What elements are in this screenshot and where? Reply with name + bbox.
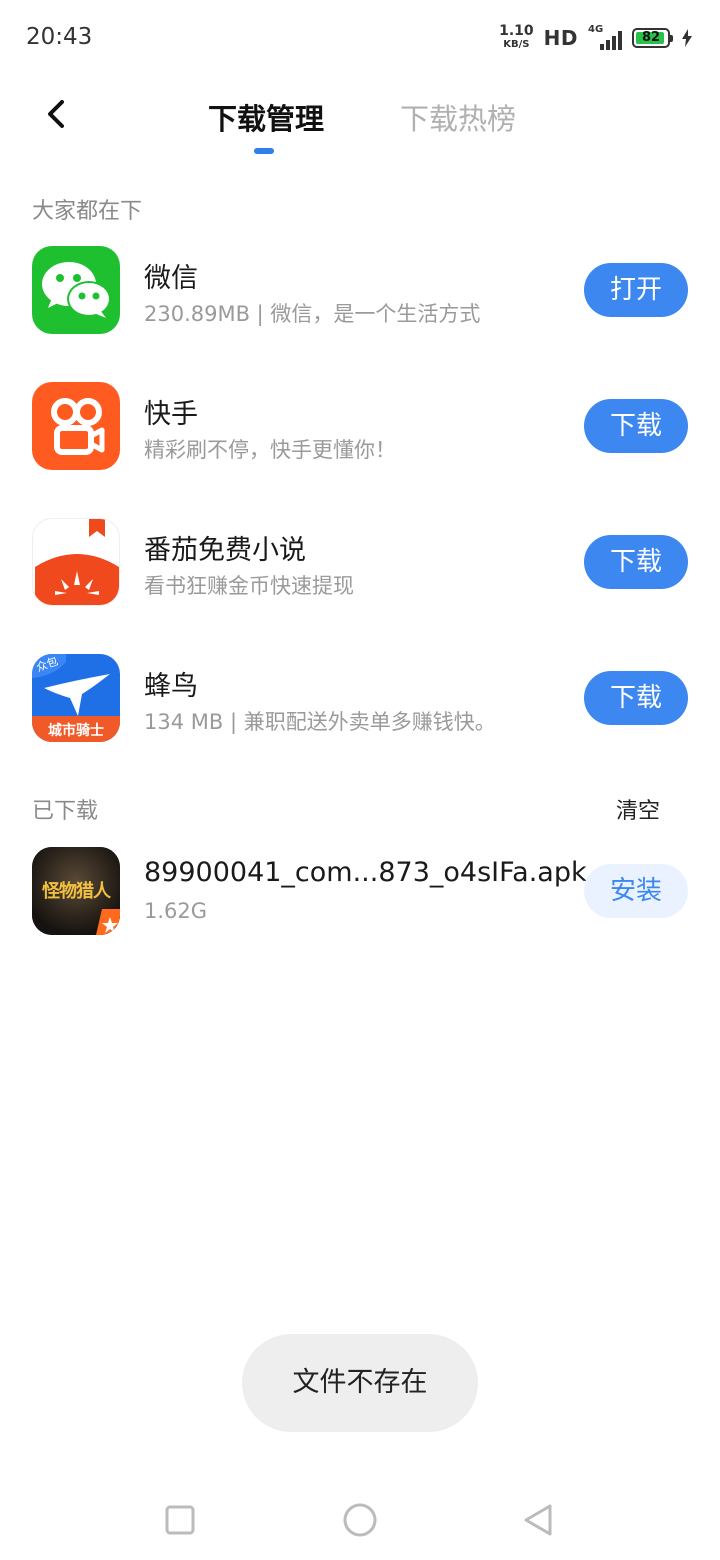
list-item[interactable]: 番茄免费小说 看书狂赚金币快速提现 下载 <box>0 518 720 618</box>
recent-apps-icon[interactable] <box>160 1500 200 1540</box>
status-time: 20:43 <box>26 24 93 50</box>
download-button[interactable]: 下载 <box>584 399 688 453</box>
section-title-downloaded: 已下载 <box>32 799 99 824</box>
fengniao-banner: 城市骑士 <box>48 723 104 739</box>
list-item[interactable]: 快手 精彩刷不停，快手更懂你！ 下载 <box>0 382 720 482</box>
list-item[interactable]: 怪物猎人 89900041_com...873_o4sIFa.apk 1.62G… <box>0 847 720 947</box>
install-button[interactable]: 安装 <box>584 864 688 918</box>
file-name: 89900041_com...873_o4sIFa.apk <box>144 857 587 888</box>
app-description: 精彩刷不停，快手更懂你！ <box>144 438 396 462</box>
file-size: 1.62G <box>144 899 208 923</box>
game-icon-text: 怪物猎人 <box>42 881 111 902</box>
hd-indicator: HD <box>543 26 578 50</box>
app-name: 蜂鸟 <box>144 671 198 702</box>
app-name: 微信 <box>144 263 198 294</box>
network-speed-value: 1.10 <box>499 23 534 39</box>
download-button[interactable]: 下载 <box>584 671 688 725</box>
section-title-recommend: 大家都在下 <box>32 199 143 224</box>
status-bar: 20:43 1.10 KB/S HD 4G 82 <box>0 0 720 76</box>
charging-icon <box>682 29 692 47</box>
navigation-bar <box>0 1480 720 1560</box>
toast-message: 文件不存在 <box>242 1334 478 1432</box>
battery-level: 82 <box>641 30 661 45</box>
app-description: 230.89MB | 微信，是一个生活方式 <box>144 302 481 326</box>
tab-download-ranking[interactable]: 下载热榜 <box>400 96 516 138</box>
clear-button[interactable]: 清空 <box>616 793 660 825</box>
list-item[interactable]: 众包 城市骑士 蜂鸟 134 MB | 兼职配送外卖单多赚钱快。 下载 <box>0 654 720 754</box>
status-indicators: 1.10 KB/S HD 4G 82 <box>499 22 692 54</box>
app-description: 134 MB | 兼职配送外卖单多赚钱快。 <box>144 710 496 734</box>
wechat-icon <box>32 246 120 334</box>
tab-download-manager[interactable]: 下载管理 <box>208 96 324 138</box>
open-button[interactable]: 打开 <box>584 263 688 317</box>
kuaishou-icon <box>32 382 120 470</box>
active-tab-indicator <box>254 148 274 154</box>
back-icon[interactable] <box>38 96 74 132</box>
list-item[interactable]: 微信 230.89MB | 微信，是一个生活方式 打开 <box>0 246 720 346</box>
back-nav-icon[interactable] <box>518 1500 558 1540</box>
app-description: 看书狂赚金币快速提现 <box>144 574 354 598</box>
header: 下载管理 下载热榜 <box>0 76 720 166</box>
fanqie-novel-icon <box>32 518 120 606</box>
signal-icon: 4G <box>588 24 622 50</box>
download-button[interactable]: 下载 <box>584 535 688 589</box>
battery-icon: 82 <box>632 28 673 48</box>
app-name: 番茄免费小说 <box>144 535 306 566</box>
network-speed-unit: KB/S <box>503 39 530 50</box>
app-name: 快手 <box>144 399 198 430</box>
game-icon: 怪物猎人 <box>32 847 120 935</box>
fengniao-icon: 众包 城市骑士 <box>32 654 120 742</box>
network-speed: 1.10 KB/S <box>499 23 534 51</box>
home-icon[interactable] <box>340 1500 380 1540</box>
